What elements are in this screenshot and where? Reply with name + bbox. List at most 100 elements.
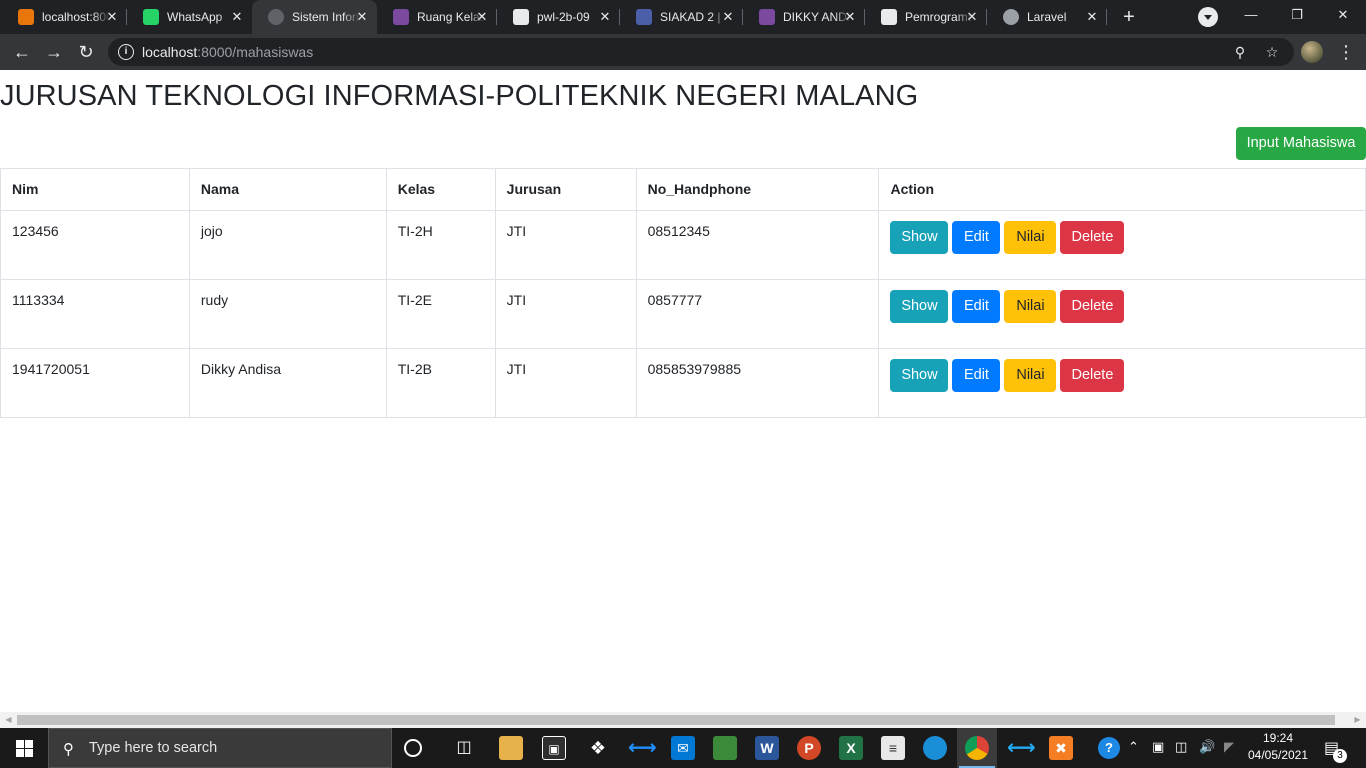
edge-icon[interactable] — [923, 736, 947, 760]
browser-tab[interactable]: Sistem Informasi✕ — [252, 0, 377, 34]
tab-close-icon[interactable]: ✕ — [843, 10, 857, 24]
chrome-icon[interactable] — [965, 736, 989, 760]
tab-close-icon[interactable]: ✕ — [1085, 10, 1099, 24]
xampp-icon[interactable]: ✖ — [1049, 736, 1073, 760]
cell-nim: 1941720051 — [0, 348, 190, 418]
show-button[interactable]: Show — [890, 359, 949, 392]
powerpoint-icon[interactable]: P — [797, 736, 821, 760]
word-icon[interactable]: W — [755, 736, 779, 760]
cell-no-handphone: 085853979885 — [635, 348, 880, 418]
nilai-button[interactable]: Nilai — [1004, 290, 1057, 323]
cell-kelas: TI-2H — [385, 210, 496, 280]
browser-tab[interactable]: Laravel ✕ — [987, 0, 1107, 34]
nilai-button[interactable]: Nilai — [1004, 359, 1057, 392]
close-window-button[interactable]: ✕ — [1320, 0, 1366, 30]
edit-button[interactable]: Edit — [952, 290, 1001, 323]
vscode-insiders-icon[interactable]: ⟷ — [628, 736, 657, 760]
task-view-icon[interactable]: ◫ — [452, 736, 476, 760]
scrollbar-thumb[interactable] — [17, 715, 1335, 725]
browser-tab[interactable]: SIAKAD 2 | ✕ — [620, 0, 743, 34]
taskbar-search-box[interactable]: ⚲ Type here to search — [48, 728, 392, 768]
help-icon[interactable]: ? — [1098, 737, 1120, 759]
reload-icon[interactable]: ↻ — [74, 40, 98, 64]
windows-start-button[interactable] — [0, 728, 48, 768]
git-icon[interactable] — [713, 736, 737, 760]
document-icon — [881, 9, 897, 25]
cell-jurusan: JTI — [494, 279, 637, 349]
store-icon[interactable]: ▣ — [542, 736, 566, 760]
header-jurusan: Jurusan — [494, 168, 637, 211]
input-mahasiswa-button[interactable]: Input Mahasiswa — [1236, 127, 1366, 160]
delete-button[interactable]: Delete — [1060, 290, 1125, 323]
header-nama: Nama — [188, 168, 387, 211]
wifi-icon[interactable]: ◤ — [1224, 739, 1234, 755]
forward-arrow-icon[interactable]: → — [42, 40, 66, 64]
browser-tab[interactable]: Pemrograman✕ — [865, 0, 987, 34]
show-button[interactable]: Show — [890, 221, 949, 254]
cortana-icon[interactable] — [404, 739, 422, 757]
back-arrow-icon[interactable]: ← — [10, 40, 34, 64]
tab-title: Sistem Informasi — [292, 10, 360, 24]
browser-tab[interactable]: DIKKY ANDISA✕ — [743, 0, 865, 34]
browser-tab[interactable]: localhost:8000✕ — [2, 0, 127, 34]
header-nim: Nim — [0, 168, 190, 211]
tab-title: SIAKAD 2 | — [660, 10, 721, 24]
tab-close-icon[interactable]: ✕ — [355, 10, 369, 24]
zoom-icon[interactable]: ⚲ — [1232, 44, 1248, 60]
volume-icon[interactable]: 🔊 — [1199, 739, 1215, 755]
dropbox-icon[interactable]: ❖ — [586, 736, 610, 760]
browser-tab-bar: localhost:8000✕WhatsApp✕Sistem Informasi… — [0, 0, 1366, 34]
bookmark-star-icon[interactable]: ☆ — [1264, 44, 1280, 60]
taskbar-clock[interactable]: 19:24 04/05/2021 — [1244, 730, 1312, 764]
tab-title: DIKKY ANDISA — [783, 10, 851, 24]
tab-title: Pemrograman — [905, 10, 973, 24]
tab-close-icon[interactable]: ✕ — [105, 10, 119, 24]
mail-icon[interactable]: ✉ — [671, 736, 695, 760]
tab-close-icon[interactable]: ✕ — [230, 10, 244, 24]
table-row: 1113334 rudy TI-2E JTI 0857777 Show Edit Nilai D… — [0, 279, 1366, 349]
excel-icon[interactable]: X — [839, 736, 863, 760]
tab-close-icon[interactable]: ✕ — [721, 10, 735, 24]
header-no-handphone: No_Handphone — [635, 168, 880, 211]
cell-nama: rudy — [188, 279, 387, 349]
url-path: :8000/mahasiswas — [197, 44, 314, 60]
cell-no-handphone: 08512345 — [635, 210, 880, 280]
page-content: JURUSAN TEKNOLOGI INFORMASI-POLITEKNIK N… — [0, 70, 1366, 712]
horizontal-scrollbar[interactable]: ◀ ▶ — [0, 712, 1366, 728]
table-header-row: Nim Nama Kelas Jurusan No_Handphone Acti… — [0, 168, 1366, 211]
device-icon[interactable]: ▣ — [1152, 739, 1164, 755]
tab-close-icon[interactable]: ✕ — [598, 10, 612, 24]
tab-separator — [1106, 9, 1107, 25]
scroll-right-arrow-icon[interactable]: ▶ — [1349, 712, 1366, 728]
notepad-icon[interactable]: ≡ — [881, 736, 905, 760]
browser-menu-icon[interactable]: ⋮ — [1336, 41, 1356, 63]
scroll-left-arrow-icon[interactable]: ◀ — [0, 712, 17, 728]
nilai-button[interactable]: Nilai — [1004, 221, 1057, 254]
url-text[interactable]: localhost:8000/mahasiswas — [142, 44, 313, 60]
delete-button[interactable]: Delete — [1060, 359, 1125, 392]
chevron-up-icon[interactable]: ⌃ — [1128, 739, 1139, 755]
show-button[interactable]: Show — [890, 290, 949, 323]
browser-tab[interactable]: pwl-2b-09 ✕ — [497, 0, 620, 34]
tab-close-icon[interactable]: ✕ — [965, 10, 979, 24]
vscode-icon[interactable]: ⟷ — [1007, 736, 1036, 760]
file-explorer-icon[interactable] — [499, 736, 523, 760]
profile-avatar[interactable] — [1301, 41, 1323, 63]
edit-button[interactable]: Edit — [952, 359, 1001, 392]
loading-icon — [268, 9, 284, 25]
site-info-icon[interactable]: i — [118, 44, 134, 60]
address-bar[interactable]: i localhost:8000/mahasiswas ⚲ ☆ — [108, 38, 1294, 66]
delete-button[interactable]: Delete — [1060, 221, 1125, 254]
edit-button[interactable]: Edit — [952, 221, 1001, 254]
minimize-button[interactable]: — — [1228, 0, 1274, 30]
tab-close-icon[interactable]: ✕ — [475, 10, 489, 24]
browser-tab[interactable]: WhatsApp ✕ — [127, 0, 252, 34]
xampp-icon — [18, 9, 34, 25]
globe-icon — [1003, 9, 1019, 25]
browser-tab[interactable]: Ruang Kelas ✕ — [377, 0, 497, 34]
new-tab-button[interactable]: + — [1118, 6, 1140, 28]
tab-search-icon[interactable] — [1198, 7, 1218, 27]
battery-icon[interactable]: ◫ — [1175, 739, 1187, 755]
polinema-icon — [393, 9, 409, 25]
restore-button[interactable]: ❐ — [1274, 0, 1320, 30]
